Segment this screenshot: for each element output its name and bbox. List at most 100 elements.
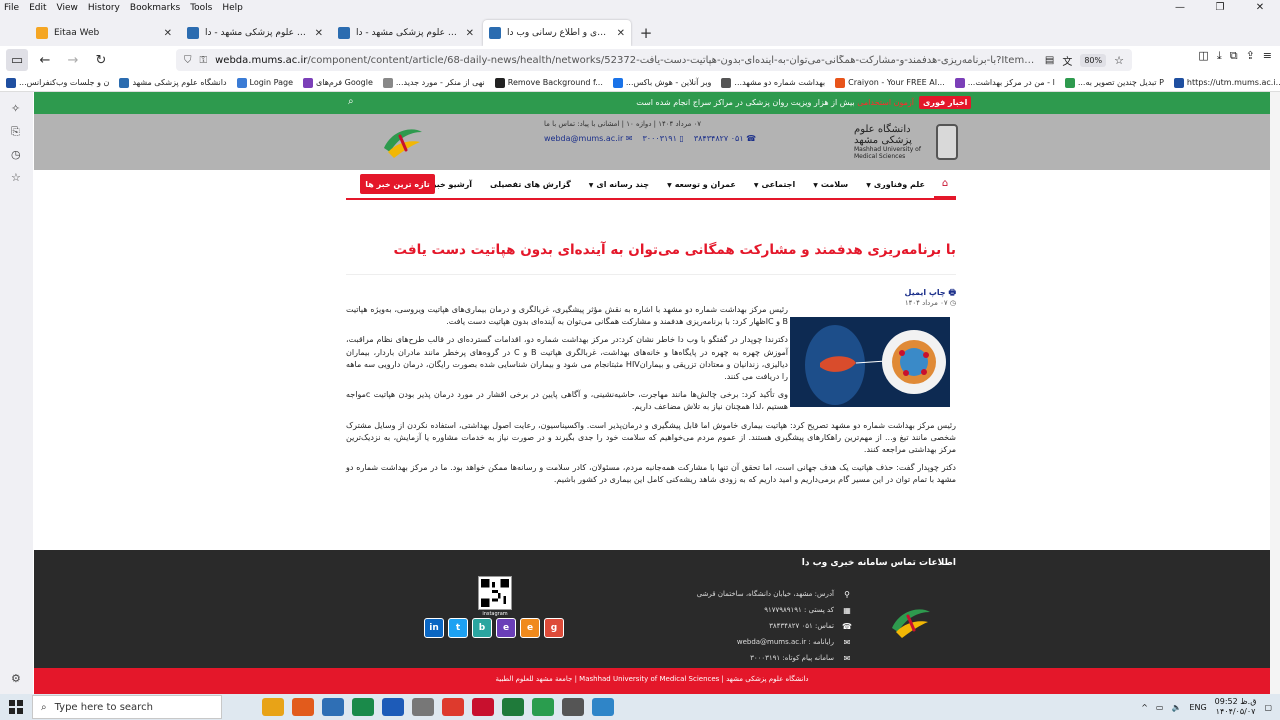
nav-item[interactable]: عمران و توسعه▼: [658, 180, 745, 189]
home-icon[interactable]: ⌂: [934, 170, 956, 198]
taskbar-app-icon[interactable]: [322, 698, 344, 716]
footer-contact-text: رایانامه : webda@mums.ac.ir: [736, 638, 834, 646]
taskbar-app-icon[interactable]: [262, 698, 284, 716]
bookmark-item[interactable]: Login Page: [236, 77, 293, 88]
menu-icon[interactable]: ≡: [1263, 49, 1272, 63]
menu-item-tools[interactable]: Tools: [190, 3, 212, 13]
page-scrollbar[interactable]: [1270, 92, 1280, 694]
bookmark-item[interactable]: https://utm.mums.ac.i...: [1173, 77, 1280, 88]
bookmark-item[interactable]: ...ن و جلسات وب‌کنفرانس: [6, 77, 109, 88]
eitaa-icon[interactable]: e: [496, 618, 516, 638]
tray-chevron-icon[interactable]: ^: [1141, 703, 1148, 712]
extensions-icon[interactable]: ⧉: [1230, 49, 1238, 63]
bookmark-item[interactable]: ...وبر آنلاین - هوش باکس: [612, 77, 711, 88]
zoom-level[interactable]: 80%: [1080, 53, 1107, 67]
search-icon[interactable]: ⌕: [348, 96, 354, 107]
header-email[interactable]: ✉ webda@mums.ac.ir: [544, 134, 633, 143]
sidebar-toggle-icon[interactable]: ▭: [6, 49, 28, 71]
chevron-down-icon: ▼: [588, 181, 594, 189]
translate-icon[interactable]: 文: [1062, 53, 1072, 68]
download-icon[interactable]: ⤓: [1217, 49, 1222, 63]
nav-item[interactable]: چند رسانه ای▼: [580, 180, 658, 189]
taskbar-app-icon[interactable]: [592, 698, 614, 716]
tab-close-icon[interactable]: ✕: [466, 28, 474, 39]
taskbar-app-icon[interactable]: [412, 698, 434, 716]
history-icon[interactable]: ◷: [11, 148, 21, 161]
gplus-icon[interactable]: g: [544, 618, 564, 638]
nav-item[interactable]: گزارش های تفصیلی: [481, 180, 580, 189]
tab-close-icon[interactable]: ✕: [315, 28, 323, 39]
close-window-button[interactable]: ✕: [1240, 0, 1280, 16]
breaking-news-text[interactable]: آزمون استخدامی بیش از هزار ویزیت روان پز…: [594, 98, 914, 107]
bookmark-item[interactable]: Remove Background f...: [494, 77, 603, 88]
taskbar-app-icon[interactable]: [292, 698, 314, 716]
settings-gear-icon[interactable]: ⚙: [11, 672, 21, 685]
url-bar[interactable]: ⛉ ⚿ webda.mums.ac.ir/component/content/a…: [176, 49, 1132, 71]
back-button[interactable]: ←: [34, 49, 56, 71]
bookmark-item[interactable]: ...تبدیل چندین تصویر به P: [1064, 77, 1164, 88]
pocket-icon[interactable]: ◫: [1198, 49, 1208, 63]
taskbar-app-icon[interactable]: [502, 698, 524, 716]
synced-tabs-icon[interactable]: ⎘: [11, 125, 20, 139]
taskbar-app-icon[interactable]: [532, 698, 554, 716]
webda-logo-icon[interactable]: [380, 122, 426, 160]
reader-view-icon[interactable]: ▤: [1045, 55, 1054, 66]
twitter-icon[interactable]: t: [448, 618, 468, 638]
latest-news-button[interactable]: تازه ترین خبر ها: [360, 174, 435, 194]
bookmark-item[interactable]: دانشگاه علوم پزشکی مشهد: [119, 77, 227, 88]
taskbar-app-icon[interactable]: [352, 698, 374, 716]
taskbar-clock[interactable]: 09:52 ق.ظ ۱۴۰۴/۰۵/۰۷: [1215, 697, 1257, 717]
header-phone[interactable]: ☎ ۰۵۱ ۳۸۴۳۴۸۲۷: [694, 134, 756, 143]
header-sms[interactable]: ▯ ۳۰۰۰۳۱۹۱: [643, 134, 684, 143]
bookmark-star-icon[interactable]: ☆: [1114, 54, 1124, 67]
nav-item[interactable]: علم وفناوری▼: [857, 180, 934, 189]
bookmark-item[interactable]: فرم‌های Google: [303, 77, 373, 88]
lock-icon[interactable]: ⚿: [200, 55, 208, 66]
new-tab-button[interactable]: +: [634, 20, 658, 46]
share-icon[interactable]: ⇪: [1246, 49, 1255, 63]
menu-item-help[interactable]: Help: [222, 3, 243, 13]
bale-icon[interactable]: b: [472, 618, 492, 638]
tab-close-icon[interactable]: ✕: [164, 28, 172, 39]
minimize-button[interactable]: —: [1160, 0, 1200, 16]
shield-icon[interactable]: ⛉: [184, 55, 192, 66]
bookmark-item[interactable]: ...نهی از منکر - مورد جدید: [382, 77, 485, 88]
nav-item[interactable]: سلامت▼: [804, 180, 857, 189]
menu-item-history[interactable]: History: [88, 3, 120, 13]
network-icon[interactable]: ▭: [1156, 703, 1164, 712]
url-text[interactable]: webda.mums.ac.ir/component/content/artic…: [215, 55, 1037, 66]
menu-item-view[interactable]: View: [57, 3, 78, 13]
menu-item-bookmarks[interactable]: Bookmarks: [130, 3, 180, 13]
browser-tab[interactable]: پایگاه خبری و اطلاع رسانی وب دا ✕: [483, 20, 631, 46]
eitaa-alt-icon[interactable]: e: [520, 618, 540, 638]
bookmark-item[interactable]: ...ا - من در مرکز بهداشت: [954, 77, 1055, 88]
input-language[interactable]: ENG: [1189, 703, 1206, 712]
bookmark-item[interactable]: Craiyon - Your FREE AI...: [835, 77, 945, 88]
browser-tab[interactable]: دانشگاه علوم پزشکی مشهد - دا... ✕: [332, 20, 480, 46]
ai-chat-icon[interactable]: ✧: [11, 102, 20, 115]
forward-button[interactable]: →: [62, 49, 84, 71]
browser-tab[interactable]: Eitaa Web ✕: [30, 20, 178, 46]
taskbar-app-icon[interactable]: [382, 698, 404, 716]
reload-button[interactable]: ↻: [90, 49, 112, 71]
bookmark-item[interactable]: ...بهداشت شماره دو مشهد: [721, 77, 825, 88]
footer-webda-logo-icon[interactable]: [888, 602, 934, 642]
browser-tab[interactable]: دانشگاه علوم پزشکی مشهد - دا... ✕: [181, 20, 329, 46]
bookmarks-icon[interactable]: ☆: [11, 171, 21, 184]
taskbar-search[interactable]: ⌕ Type here to search: [32, 695, 222, 719]
menu-item-edit[interactable]: Edit: [29, 3, 46, 13]
taskbar-app-icon[interactable]: [562, 698, 584, 716]
menu-item-file[interactable]: File: [4, 3, 19, 13]
notifications-icon[interactable]: ▢: [1264, 703, 1272, 712]
nav-item[interactable]: اجتماعی▼: [745, 180, 804, 189]
university-logo[interactable]: دانشگاه علوم پزشکی مشهد Mashhad Universi…: [854, 122, 958, 162]
restore-button[interactable]: ❐: [1200, 0, 1240, 16]
tab-close-icon[interactable]: ✕: [617, 28, 625, 39]
windows-start-icon[interactable]: [0, 694, 32, 720]
volume-icon[interactable]: 🔈: [1171, 703, 1181, 712]
linkedin-icon[interactable]: in: [424, 618, 444, 638]
taskbar-app-icon[interactable]: [442, 698, 464, 716]
instagram-qr-code[interactable]: [478, 576, 512, 610]
taskbar-app-icon[interactable]: [472, 698, 494, 716]
print-email-links[interactable]: چاپ ایمیل: [905, 288, 946, 297]
